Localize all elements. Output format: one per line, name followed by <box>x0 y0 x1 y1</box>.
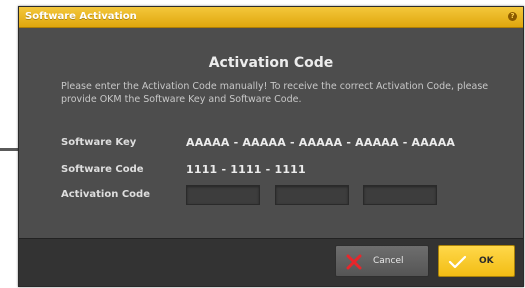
activation-code-field-1[interactable] <box>186 185 260 205</box>
activation-code-field-3[interactable] <box>363 185 437 205</box>
activation-dialog: Software Activation ? Activation Code Pl… <box>18 6 524 287</box>
page-title: Activation Code <box>208 55 334 71</box>
help-icon[interactable]: ? <box>508 12 517 21</box>
software-key-value: AAAAA - AAAAA - AAAAA - AAAAA - AAAAA <box>186 136 456 149</box>
activation-code-field-2[interactable] <box>275 185 349 205</box>
ok-button[interactable]: OK <box>438 245 515 277</box>
software-key-label: Software Key <box>61 137 137 148</box>
cancel-button[interactable]: Cancel <box>335 245 429 277</box>
ok-button-label: OK <box>479 256 494 266</box>
instruction-text: Please enter the Activation Code manuall… <box>61 81 489 105</box>
dialog-content: Activation Code Please enter the Activat… <box>19 28 523 238</box>
cancel-button-label: Cancel <box>373 256 404 266</box>
software-code-value: 1111 - 1111 - 1111 <box>186 163 306 176</box>
window-title: Software Activation <box>25 11 137 22</box>
dialog-footer: Cancel OK <box>19 238 523 286</box>
title-bar[interactable]: Software Activation ? <box>19 7 523 28</box>
checkmark-icon <box>448 255 466 269</box>
activation-code-label: Activation Code <box>61 189 150 200</box>
close-icon <box>346 254 362 270</box>
software-code-label: Software Code <box>61 164 144 175</box>
